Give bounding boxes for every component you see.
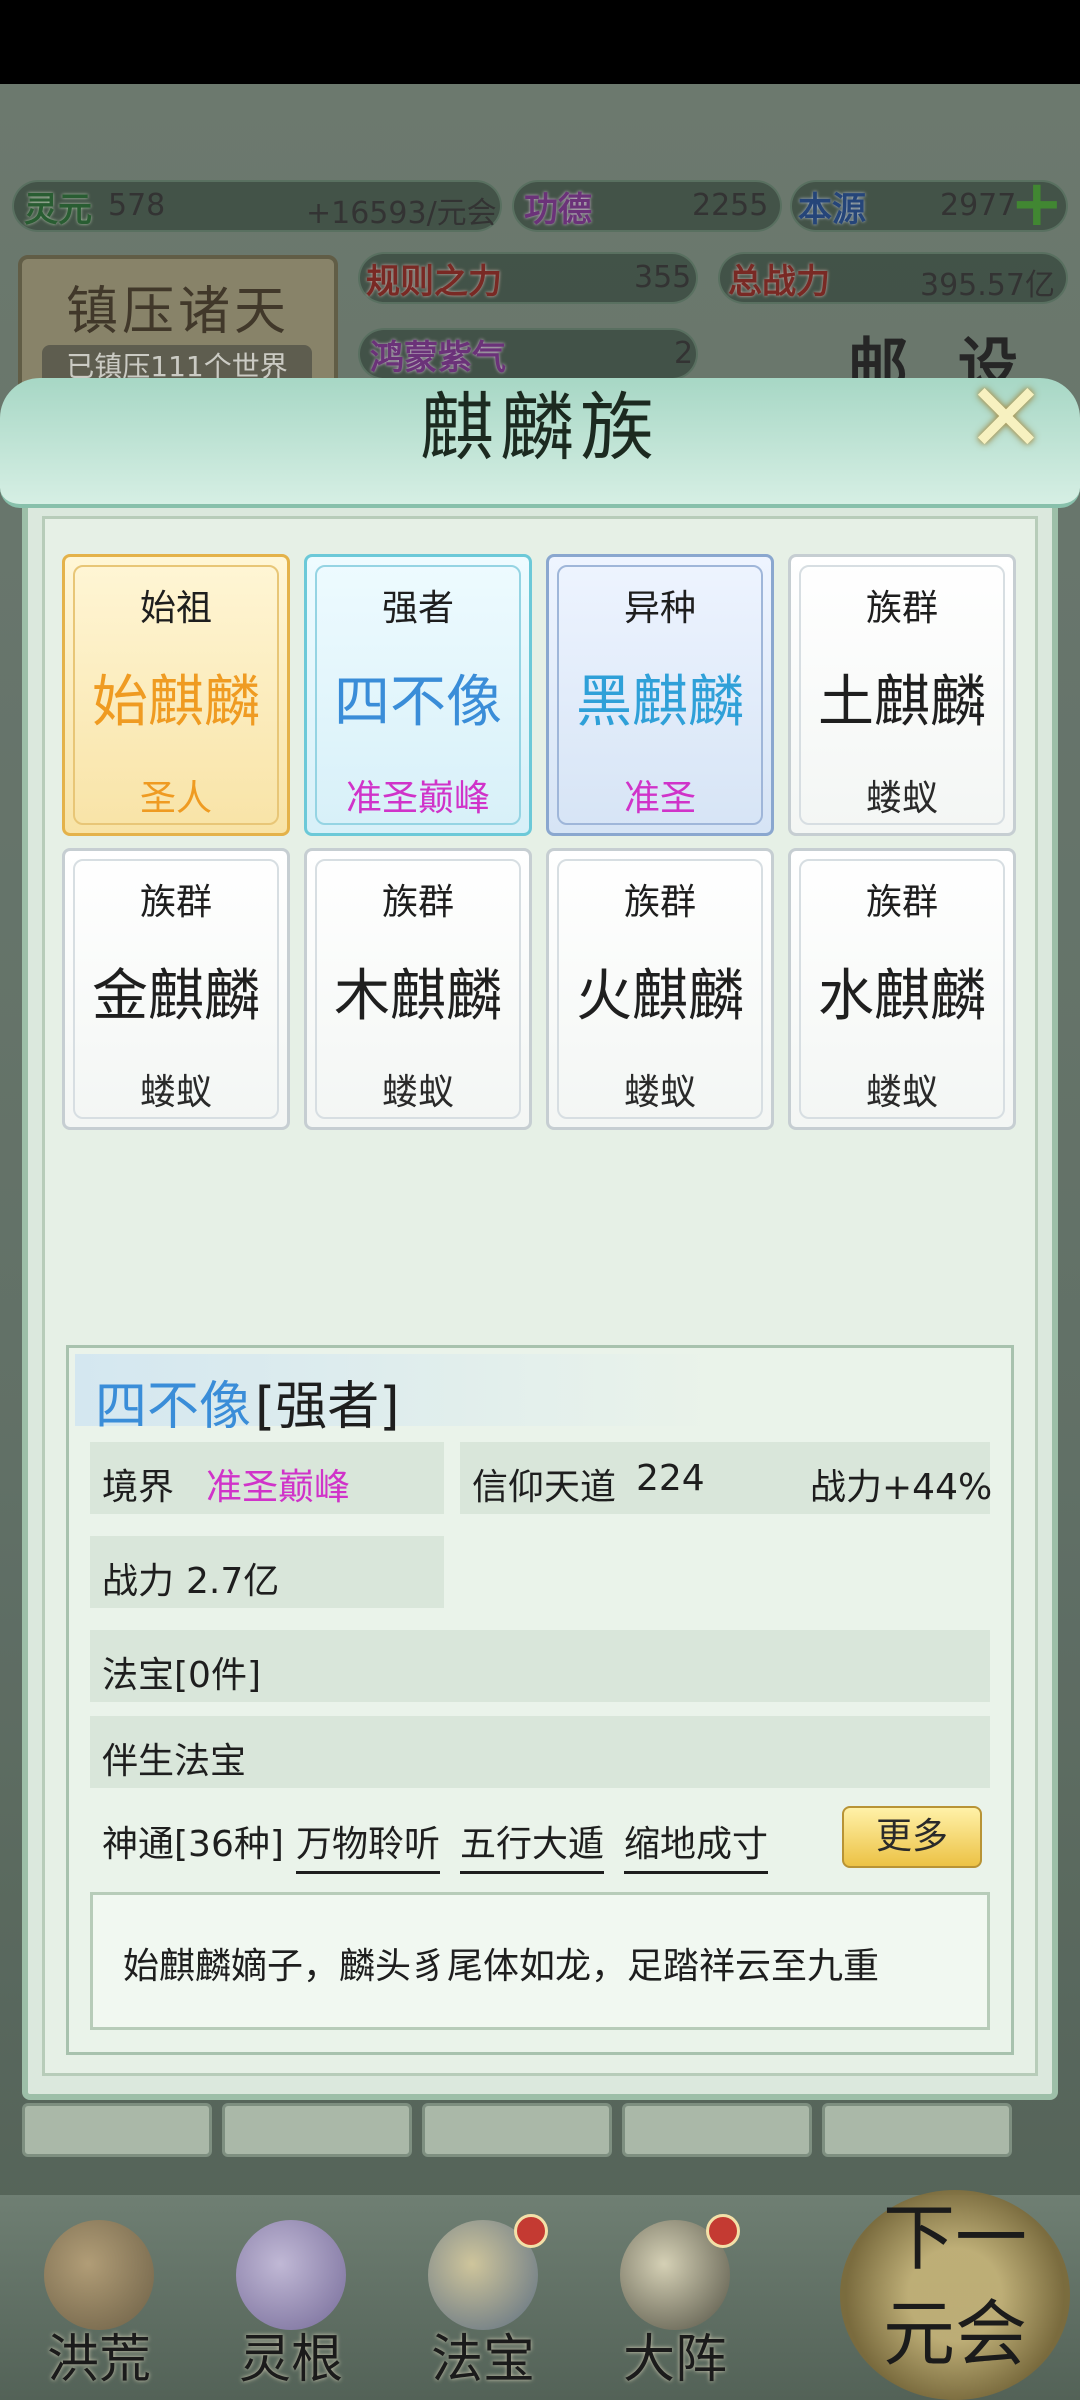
member-name: 木麒麟: [334, 964, 502, 1029]
bg-tile: [622, 2103, 812, 2157]
member-card[interactable]: 始祖 始麒麟 圣人: [62, 554, 290, 836]
nav-dazhen[interactable]: 大阵: [590, 2200, 760, 2400]
member-rank: 族群: [623, 882, 696, 923]
treasure-row: 法宝[0件]: [90, 1630, 990, 1702]
nav-fabao[interactable]: 法宝: [398, 2200, 568, 2400]
bg-tile: [422, 2103, 612, 2157]
nav-linggen[interactable]: 灵根: [206, 2200, 376, 2400]
member-name: 火麒麟: [576, 964, 744, 1029]
member-name: 四不像: [334, 670, 502, 735]
next-era-line2: 元会: [882, 2292, 1027, 2376]
member-card[interactable]: 族群 金麒麟 蝼蚁: [62, 848, 290, 1130]
modal-title: 麒麟族: [420, 385, 660, 471]
member-rank: 族群: [381, 882, 454, 923]
nav-label: 灵根: [238, 2330, 343, 2390]
member-rank: 始祖: [139, 588, 212, 629]
mountain-icon: [44, 2220, 154, 2330]
member-rank: 异种: [623, 588, 696, 629]
power-value: 2.7亿: [186, 1561, 280, 1602]
companion-row: 伴生法宝: [90, 1716, 990, 1788]
description-box: 始麒麟嫡子，麟头豸尾体如龙，足踏祥云至九重: [90, 1892, 990, 2030]
faith-bonus: 战力+44%: [810, 1467, 993, 1508]
member-rank: 强者: [381, 588, 454, 629]
member-name: 黑麒麟: [576, 670, 744, 735]
member-name: 始麒麟: [92, 670, 260, 735]
member-name: 水麒麟: [818, 964, 986, 1029]
member-card[interactable]: 强者 四不像 准圣巅峰: [304, 554, 532, 836]
bg-tile: [822, 2103, 1012, 2157]
realm-value: 准圣巅峰: [206, 1467, 351, 1508]
faith-value: 224: [636, 1458, 705, 1499]
member-realm: 蝼蚁: [623, 1072, 696, 1113]
skills-label: 神通[36种]: [102, 1824, 284, 1865]
companion-label: 伴生法宝: [102, 1741, 247, 1782]
detail-member-tag: [强者]: [255, 1377, 400, 1437]
lotus-icon: [236, 2220, 346, 2330]
next-era-line1: 下一: [882, 2196, 1027, 2280]
member-realm: 蝼蚁: [865, 1072, 938, 1113]
nav-honghuang[interactable]: 洪荒: [14, 2200, 184, 2400]
power-label: 战力: [102, 1561, 175, 1602]
member-name: 金麒麟: [92, 964, 260, 1029]
member-card[interactable]: 族群 水麒麟 蝼蚁: [788, 848, 1016, 1130]
bg-tile: [222, 2103, 412, 2157]
faith-row: 信仰天道 224 战力+44%: [460, 1442, 993, 1514]
faith-label: 信仰天道: [472, 1467, 617, 1508]
realm-row: 境界 准圣巅峰: [90, 1442, 444, 1514]
skill-link[interactable]: 缩地成寸: [624, 1815, 769, 1874]
member-name: 土麒麟: [818, 670, 986, 735]
close-icon[interactable]: ✕: [958, 370, 1054, 466]
description-text: 始麒麟嫡子，麟头豸尾体如龙，足踏祥云至九重: [123, 1946, 880, 1987]
member-realm: 蝼蚁: [381, 1072, 454, 1113]
member-card[interactable]: 族群 土麒麟 蝼蚁: [788, 554, 1016, 836]
detail-member-name: 四不像: [95, 1377, 252, 1437]
member-realm: 圣人: [139, 778, 212, 819]
member-realm: 蝼蚁: [139, 1072, 212, 1113]
member-card[interactable]: 异种 黑麒麟 准圣: [546, 554, 774, 836]
member-card[interactable]: 族群 火麒麟 蝼蚁: [546, 848, 774, 1130]
member-card[interactable]: 族群 木麒麟 蝼蚁: [304, 848, 532, 1130]
skill-link[interactable]: 万物聆听: [296, 1815, 441, 1874]
member-rank: 族群: [865, 882, 938, 923]
detail-title-bar: 四不像 [强者]: [75, 1354, 715, 1437]
nav-label: 法宝: [430, 2330, 535, 2390]
realm-label: 境界: [102, 1467, 175, 1508]
member-realm: 准圣巅峰: [345, 778, 490, 819]
bg-tile: [22, 2103, 212, 2157]
notification-dot: [514, 2214, 548, 2248]
skill-link[interactable]: 五行大遁: [460, 1815, 605, 1874]
next-era-label: 下一 元会: [850, 2190, 1060, 2382]
nav-label: 洪荒: [46, 2330, 151, 2390]
more-skills-button[interactable]: 更多: [842, 1806, 982, 1868]
power-row: 战力 2.7亿: [90, 1536, 444, 1608]
notification-dot: [706, 2214, 740, 2248]
nav-label: 大阵: [622, 2330, 727, 2390]
member-realm: 蝼蚁: [865, 778, 938, 819]
member-rank: 族群: [865, 588, 938, 629]
member-realm: 准圣: [623, 778, 696, 819]
treasure-label: 法宝[0件]: [102, 1655, 261, 1696]
member-rank: 族群: [139, 882, 212, 923]
